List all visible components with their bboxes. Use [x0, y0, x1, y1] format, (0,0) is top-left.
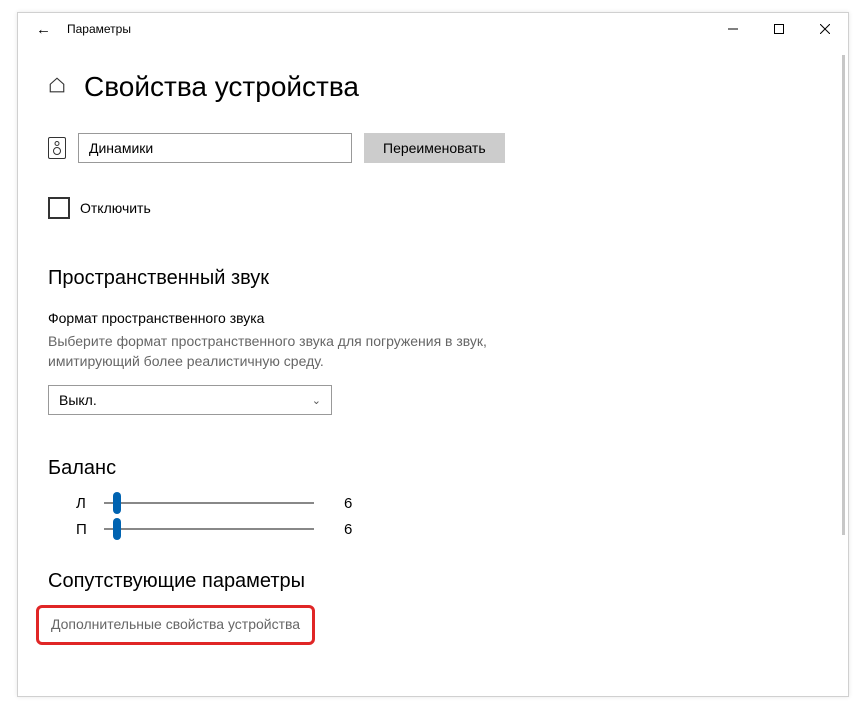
chevron-down-icon: ⌄ — [312, 394, 321, 407]
balance-left-row: Л 6 — [48, 492, 842, 514]
device-name-input[interactable] — [78, 133, 352, 163]
disable-checkbox[interactable] — [48, 197, 70, 219]
close-button[interactable] — [802, 13, 848, 45]
maximize-button[interactable] — [756, 13, 802, 45]
page-title: Свойства устройства — [84, 71, 359, 103]
balance-left-label: Л — [76, 495, 92, 512]
titlebar: ← Параметры — [18, 13, 848, 45]
balance-right-slider[interactable] — [104, 518, 314, 540]
related-section: Сопутствующие параметры Дополнительные с… — [48, 570, 842, 645]
additional-properties-link[interactable]: Дополнительные свойства устройства — [51, 616, 300, 632]
home-icon[interactable] — [48, 76, 66, 99]
slider-thumb[interactable] — [113, 492, 121, 514]
back-button[interactable]: ← — [36, 22, 51, 37]
section-heading-spatial: Пространственный звук — [48, 267, 842, 290]
disable-label: Отключить — [80, 200, 151, 216]
spatial-sound-section: Пространственный звук Формат пространств… — [48, 267, 842, 415]
spatial-format-label: Формат пространственного звука — [48, 310, 842, 326]
balance-section: Баланс Л 6 П 6 — [48, 457, 842, 540]
balance-left-value: 6 — [344, 495, 352, 512]
content-area: Свойства устройства Переименовать Отключ… — [18, 45, 842, 696]
balance-right-row: П 6 — [48, 518, 842, 540]
balance-right-value: 6 — [344, 521, 352, 538]
dropdown-selected: Выкл. — [59, 392, 97, 408]
app-title: Параметры — [67, 22, 131, 36]
balance-right-label: П — [76, 521, 92, 538]
rename-button[interactable]: Переименовать — [364, 133, 505, 163]
section-heading-balance: Баланс — [48, 457, 842, 480]
slider-thumb[interactable] — [113, 518, 121, 540]
spatial-help-text: Выберите формат пространственного звука … — [48, 332, 518, 371]
speaker-icon — [48, 137, 66, 159]
spatial-format-dropdown[interactable]: Выкл. ⌄ — [48, 385, 332, 415]
window-controls — [710, 13, 848, 45]
highlight-frame: Дополнительные свойства устройства — [36, 605, 315, 645]
minimize-button[interactable] — [710, 13, 756, 45]
scrollbar[interactable] — [842, 55, 845, 535]
disable-row: Отключить — [48, 197, 842, 219]
section-heading-related: Сопутствующие параметры — [48, 570, 842, 593]
device-row: Переименовать — [48, 133, 842, 163]
balance-left-slider[interactable] — [104, 492, 314, 514]
